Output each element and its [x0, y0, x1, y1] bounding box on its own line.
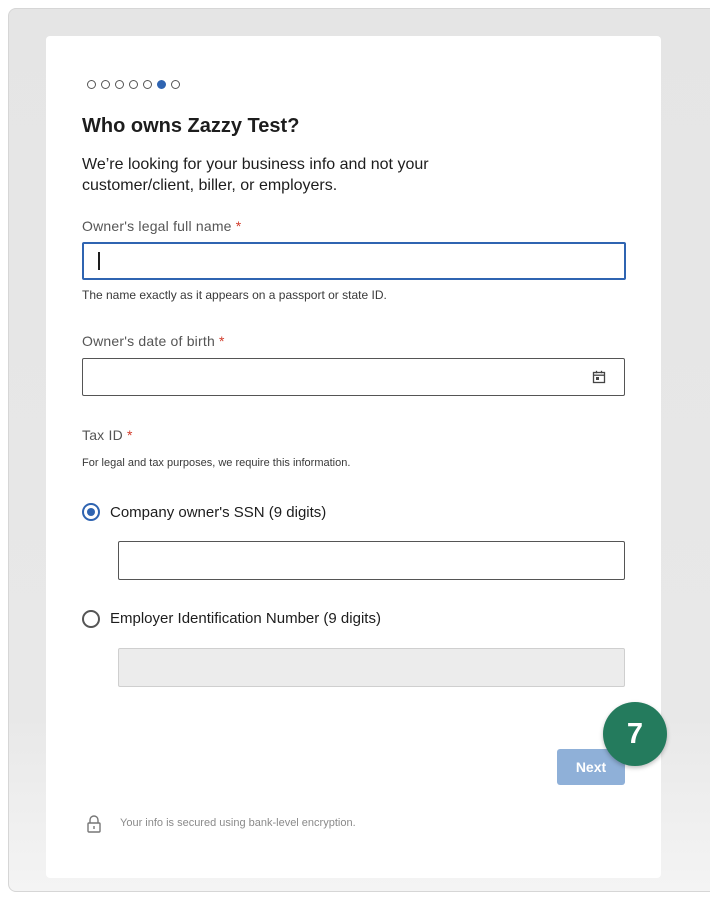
- ssn-radio-label[interactable]: Company owner's SSN (9 digits): [110, 504, 326, 521]
- required-mark: *: [126, 427, 133, 443]
- lock-icon: [87, 815, 101, 833]
- ssn-input[interactable]: [118, 541, 625, 580]
- owner-dob-label-text: Owner's date of birth: [82, 333, 215, 349]
- progress-steps: [87, 80, 180, 89]
- ein-radio-label[interactable]: Employer Identification Number (9 digits…: [110, 610, 381, 627]
- ssn-radio[interactable]: [82, 503, 100, 521]
- step-dot: [143, 80, 152, 89]
- text-cursor: [98, 252, 100, 270]
- owner-dob-input[interactable]: [82, 358, 625, 396]
- security-note: Your info is secured using bank-level en…: [120, 817, 356, 829]
- ein-input: [118, 648, 625, 687]
- step-dot-current: [157, 80, 166, 89]
- page-subtitle: We’re looking for your business info and…: [82, 156, 429, 194]
- page-title: Who owns Zazzy Test?: [82, 115, 300, 137]
- ein-radio[interactable]: [82, 610, 100, 628]
- step-dot: [87, 80, 96, 89]
- step-dot: [129, 80, 138, 89]
- owner-name-helper: The name exactly as it appears on a pass…: [82, 288, 387, 302]
- tax-id-helper: For legal and tax purposes, we require t…: [82, 457, 351, 469]
- owner-name-input[interactable]: [82, 242, 626, 280]
- step-dot: [115, 80, 124, 89]
- calendar-icon[interactable]: [592, 370, 606, 384]
- tax-id-label: Tax ID *: [82, 427, 133, 443]
- step-number-badge: 7: [603, 702, 667, 766]
- owner-dob-label: Owner's date of birth *: [82, 333, 225, 349]
- owner-name-label-text: Owner's legal full name: [82, 218, 232, 234]
- step-dot: [101, 80, 110, 89]
- required-mark: *: [235, 218, 242, 234]
- step-dot: [171, 80, 180, 89]
- required-mark: *: [219, 333, 225, 349]
- owner-name-label: Owner's legal full name *: [82, 218, 241, 234]
- onboarding-card: Who owns Zazzy Test? We’re looking for y…: [46, 36, 661, 878]
- tax-id-label-text: Tax ID: [82, 427, 123, 443]
